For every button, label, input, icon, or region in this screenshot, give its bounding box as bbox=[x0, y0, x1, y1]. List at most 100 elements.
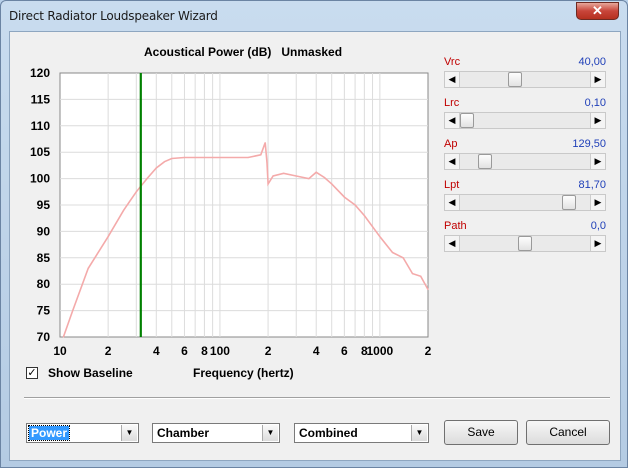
scroll-right-icon[interactable]: ▶ bbox=[590, 72, 605, 87]
data-point bbox=[123, 209, 125, 211]
slider-label-ap: Ap bbox=[444, 138, 458, 150]
data-point bbox=[183, 156, 186, 159]
title-bar[interactable]: Direct Radiator Loudspeaker Wizard ✕ bbox=[1, 1, 627, 29]
component-dropdown[interactable]: Combined ▼ bbox=[294, 423, 429, 443]
slider-thumb[interactable] bbox=[477, 154, 492, 169]
scroll-left-icon[interactable]: ◀ bbox=[445, 72, 460, 87]
scroll-left-icon[interactable]: ◀ bbox=[445, 236, 460, 251]
data-point bbox=[295, 175, 297, 177]
show-baseline-checkbox[interactable]: ✓ bbox=[26, 367, 38, 379]
x-tick-label: 1000 bbox=[367, 344, 394, 358]
data-point bbox=[272, 175, 274, 177]
data-point bbox=[135, 191, 137, 193]
x-tick-label: 6 bbox=[341, 344, 348, 358]
slider-value-vrc: 40,00 bbox=[578, 56, 606, 68]
data-point bbox=[379, 236, 381, 238]
separator bbox=[24, 397, 610, 399]
slider-thumb[interactable] bbox=[562, 195, 577, 210]
data-point bbox=[331, 183, 333, 185]
data-point bbox=[260, 154, 262, 156]
x-axis-title: Frequency (hertz) bbox=[193, 366, 294, 380]
slider-label-lrc: Lrc bbox=[444, 97, 460, 109]
data-point bbox=[72, 310, 74, 312]
data-point bbox=[308, 178, 310, 180]
x-tick-label: 2 bbox=[425, 344, 432, 358]
y-tick-label: 85 bbox=[37, 251, 51, 265]
y-tick-label: 120 bbox=[30, 66, 50, 80]
show-baseline-label[interactable]: Show Baseline bbox=[48, 366, 133, 380]
scroll-left-icon[interactable]: ◀ bbox=[445, 113, 460, 128]
slider-lpt[interactable]: ◀ ▶ bbox=[444, 194, 606, 211]
frequency-response-chart: 12011511010510095908580757010 2 4 6 8 100 2 4 6 8… bbox=[30, 66, 432, 358]
y-tick-label: 75 bbox=[37, 304, 51, 318]
scroll-right-icon[interactable]: ▶ bbox=[590, 236, 605, 251]
slider-path[interactable]: ◀ ▶ bbox=[444, 235, 606, 252]
x-tick-label: 2 bbox=[105, 344, 112, 358]
cancel-button[interactable]: Cancel bbox=[526, 420, 610, 445]
data-point bbox=[343, 196, 345, 198]
y-tick-label: 95 bbox=[37, 198, 51, 212]
scroll-left-icon[interactable]: ◀ bbox=[445, 154, 460, 169]
data-point bbox=[315, 171, 317, 173]
scroll-right-icon[interactable]: ▶ bbox=[590, 113, 605, 128]
close-button[interactable]: ✕ bbox=[576, 2, 619, 20]
x-tick-label: 10 bbox=[53, 344, 67, 358]
environment-dropdown-value: Chamber bbox=[157, 426, 210, 440]
data-point bbox=[391, 251, 394, 254]
data-point bbox=[267, 183, 269, 185]
x-tick-label: 4 bbox=[153, 344, 160, 358]
y-tick-label: 80 bbox=[37, 277, 51, 291]
y-tick-label: 90 bbox=[37, 224, 51, 238]
data-point bbox=[146, 178, 148, 180]
data-point bbox=[219, 156, 221, 159]
x-tick-label: 2 bbox=[265, 344, 272, 358]
window-title: Direct Radiator Loudspeaker Wizard bbox=[9, 9, 218, 23]
slider-lrc[interactable]: ◀ ▶ bbox=[444, 112, 606, 129]
mode-dropdown-value: Power bbox=[27, 425, 71, 441]
y-tick-label: 115 bbox=[31, 92, 51, 106]
slider-ap[interactable]: ◀ ▶ bbox=[444, 153, 606, 170]
data-point bbox=[155, 167, 157, 169]
environment-dropdown[interactable]: Chamber ▼ bbox=[152, 423, 280, 443]
data-point bbox=[363, 214, 365, 217]
slider-label-vrc: Vrc bbox=[444, 56, 461, 68]
mode-dropdown[interactable]: Power ▼ bbox=[26, 423, 139, 443]
data-point bbox=[163, 161, 166, 163]
slider-thumb[interactable] bbox=[460, 113, 474, 128]
component-dropdown-value: Combined bbox=[299, 426, 358, 440]
data-point bbox=[402, 257, 404, 259]
client-area: Acoustical Power (dB) Unmasked 120 115 110… bbox=[9, 31, 621, 461]
data-point bbox=[420, 275, 422, 277]
chevron-down-icon[interactable]: ▼ bbox=[411, 425, 427, 441]
y-tick-label: 100 bbox=[30, 172, 50, 186]
scroll-left-icon[interactable]: ◀ bbox=[445, 195, 460, 210]
chevron-down-icon[interactable]: ▼ bbox=[121, 425, 137, 441]
data-point bbox=[411, 273, 414, 275]
slider-value-path: 0,0 bbox=[590, 220, 606, 232]
y-tick-label: 70 bbox=[37, 330, 51, 344]
slider-thumb[interactable] bbox=[507, 72, 522, 87]
scroll-right-icon[interactable]: ▶ bbox=[590, 154, 605, 169]
data-point bbox=[171, 157, 173, 160]
data-point bbox=[62, 336, 64, 338]
slider-vrc[interactable]: ◀ ▶ bbox=[444, 71, 606, 88]
y-tick-label: 105 bbox=[30, 145, 50, 159]
x-tick-label: 100 bbox=[210, 344, 230, 358]
data-point bbox=[266, 162, 268, 164]
slider-label-lpt: Lpt bbox=[444, 179, 460, 191]
slider-label-path: Path bbox=[444, 220, 467, 232]
slider-value-ap: 129,50 bbox=[572, 138, 606, 150]
x-tick-label: 4 bbox=[313, 344, 320, 358]
data-point bbox=[107, 236, 109, 238]
chevron-down-icon[interactable]: ▼ bbox=[262, 425, 278, 441]
data-point bbox=[203, 156, 206, 159]
y-tick-label: 110 bbox=[31, 119, 51, 133]
slider-value-lpt: 81,70 bbox=[578, 179, 606, 191]
slider-thumb[interactable] bbox=[518, 236, 532, 251]
data-point bbox=[264, 142, 266, 144]
scroll-right-icon[interactable]: ▶ bbox=[590, 195, 605, 210]
x-tick-label: 6 bbox=[181, 344, 188, 358]
data-point bbox=[87, 267, 89, 269]
x-tick-label: 8 bbox=[201, 344, 208, 358]
save-button[interactable]: Save bbox=[444, 420, 518, 445]
